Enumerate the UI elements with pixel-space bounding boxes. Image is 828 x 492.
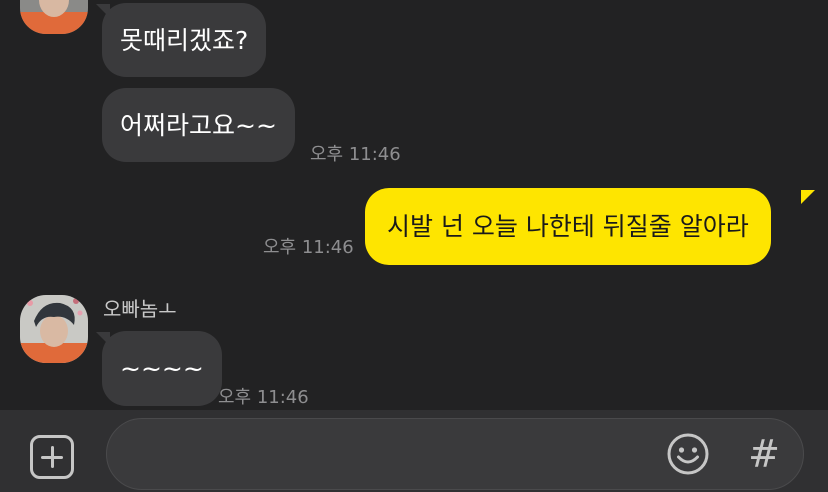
avatar[interactable]	[20, 0, 88, 34]
message-timestamp: 오후 11:46	[310, 144, 401, 165]
avatar-photo	[20, 0, 88, 34]
message-text: 어쩌라고요~~	[120, 110, 277, 140]
message-timestamp: 오후 11:46	[218, 387, 309, 408]
plus-square-icon[interactable]	[30, 435, 74, 479]
sender-name: 오빠놈ㅗ	[103, 297, 177, 321]
message-bubble[interactable]: 못때리겠죠?	[102, 3, 267, 77]
bubble-tail	[96, 4, 110, 18]
hashtag-icon[interactable]: #	[746, 434, 782, 474]
message-timestamp: 오후 11:46	[263, 237, 354, 258]
message-input-bar: #	[0, 410, 828, 492]
message-bubble[interactable]: 어쩌라고요~~	[102, 88, 295, 162]
bubble-tail	[96, 332, 110, 346]
message-text: 시발 넌 오늘 나한테 뒤질줄 알아라	[387, 212, 749, 241]
bubble-tail	[801, 190, 815, 204]
chat-screen: 못때리겠죠? 어쩌라고요~~ 오후 11:46 오후 11:46 시발 넌 오늘…	[0, 0, 828, 492]
avatar-photo	[20, 295, 88, 363]
message-text: 못때리겠죠?	[120, 25, 249, 55]
message-bubble[interactable]: ~~~~	[102, 331, 222, 406]
message-bubble-sent[interactable]: 시발 넌 오늘 나한테 뒤질줄 알아라	[365, 188, 771, 265]
message-text: ~~~~	[120, 354, 204, 383]
smiley-icon[interactable]	[666, 432, 710, 476]
avatar[interactable]	[20, 295, 88, 363]
